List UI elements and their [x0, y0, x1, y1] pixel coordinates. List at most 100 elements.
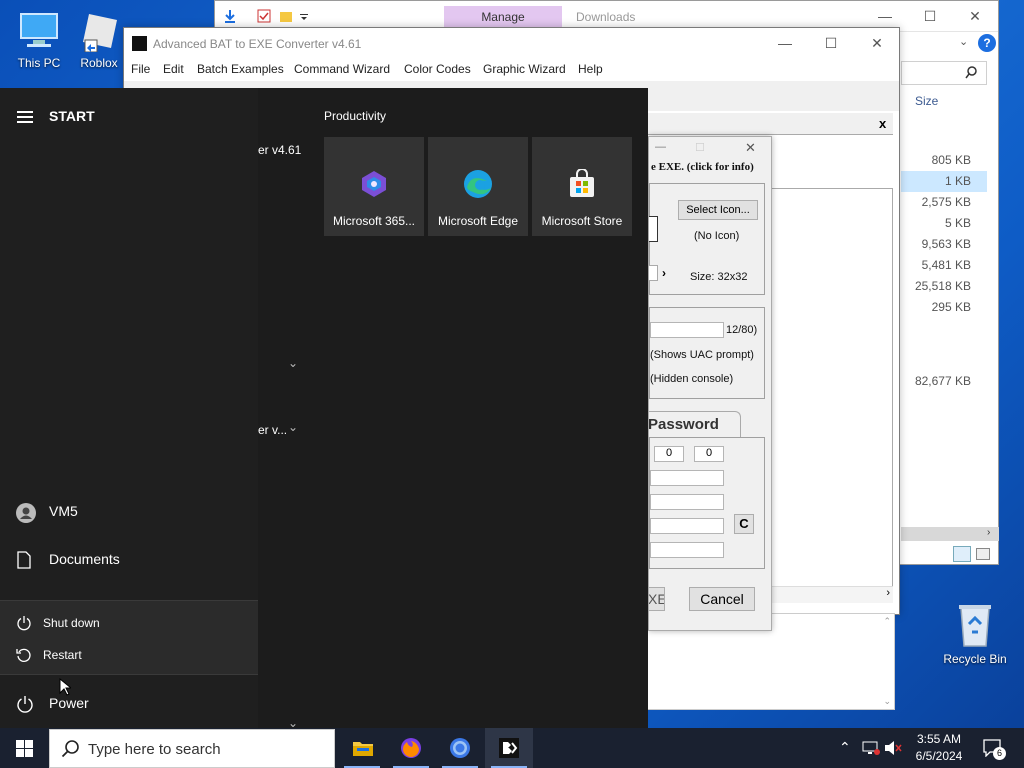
- list-item[interactable]: 2,575 KB: [901, 192, 987, 213]
- hamburger-menu-icon[interactable]: [17, 111, 33, 123]
- power-icon: [16, 615, 32, 631]
- uac-label: (Shows UAC prompt): [650, 349, 754, 361]
- tile-microsoft-edge[interactable]: Microsoft Edge: [428, 137, 528, 236]
- menu-color-codes[interactable]: Color Codes: [404, 62, 471, 76]
- list-item[interactable]: 295 KB: [901, 297, 987, 318]
- column-header-size[interactable]: Size: [915, 94, 995, 116]
- help-icon[interactable]: ?: [978, 34, 996, 52]
- close-button[interactable]: ✕: [952, 1, 998, 31]
- tab-manage[interactable]: Manage: [444, 6, 562, 28]
- list-item[interactable]: 5 KB: [901, 213, 987, 234]
- c-button[interactable]: C: [734, 514, 754, 534]
- title-field[interactable]: [650, 322, 724, 338]
- documents-item[interactable]: Documents: [0, 540, 258, 580]
- chevron-down-icon[interactable]: ⌄: [288, 420, 298, 434]
- menu-help[interactable]: Help: [578, 62, 603, 76]
- minimize-button[interactable]: —: [762, 28, 808, 58]
- customize-quick-access-icon[interactable]: [299, 9, 313, 23]
- dialog-close-button[interactable]: ✕: [745, 140, 756, 156]
- compile-exe-button[interactable]: XE: [649, 587, 665, 611]
- tab-password[interactable]: Password: [649, 411, 741, 437]
- power-icon: [16, 695, 34, 713]
- exe-options-dialog[interactable]: — ☐ ✕ e EXE. (click for info) Select Ico…: [648, 136, 772, 631]
- desktop-icon-recycle-bin[interactable]: Recycle Bin: [938, 602, 1012, 666]
- search-input[interactable]: [901, 61, 987, 85]
- details-view-icon[interactable]: [953, 546, 971, 562]
- list-item[interactable]: 9,563 KB: [901, 234, 987, 255]
- search-icon: [965, 66, 978, 82]
- list-item[interactable]: 82,677 KB: [901, 371, 987, 392]
- taskbar-firefox[interactable]: [387, 728, 435, 768]
- restart-option[interactable]: Restart: [0, 640, 258, 670]
- start-rail: START VM5 Documents Shut down Restart Po…: [0, 88, 258, 728]
- maximize-button[interactable]: ☐: [907, 1, 953, 31]
- scroll-down-icon[interactable]: ⌄: [883, 696, 891, 707]
- text-field[interactable]: [650, 542, 724, 558]
- menu-edit[interactable]: Edit: [163, 62, 184, 76]
- bat-converter-icon: [498, 737, 520, 762]
- dialog-minimize-button[interactable]: —: [655, 141, 666, 153]
- new-folder-icon[interactable]: [279, 9, 293, 23]
- notification-center-icon[interactable]: 6: [983, 739, 1006, 760]
- start-button[interactable]: [0, 728, 48, 768]
- document-icon: [16, 551, 34, 569]
- icon-index-field[interactable]: [649, 265, 658, 281]
- clock-time: 3:55 AM: [916, 732, 962, 746]
- network-icon[interactable]: [862, 740, 880, 759]
- list-item[interactable]: 5,481 KB: [901, 255, 987, 276]
- taskbar: Type here to search ⌃ 3:55 AM 6/5/2024 6: [0, 728, 1024, 768]
- dialog-maximize-button[interactable]: ☐: [695, 141, 705, 154]
- chevron-right-icon[interactable]: ›: [662, 266, 666, 280]
- tile-microsoft-365[interactable]: Microsoft 365...: [324, 137, 424, 236]
- properties-icon[interactable]: [257, 9, 271, 23]
- power-button[interactable]: Power: [0, 684, 258, 724]
- maximize-button[interactable]: ☐: [808, 28, 854, 58]
- icon-preview: [649, 216, 658, 242]
- text-field[interactable]: [650, 470, 724, 486]
- taskbar-search-box[interactable]: Type here to search: [49, 729, 335, 768]
- large-icons-view-icon[interactable]: [976, 548, 990, 560]
- restart-icon: [16, 647, 32, 663]
- taskbar-clock[interactable]: 3:55 AM 6/5/2024: [908, 731, 970, 765]
- list-item[interactable]: 805 KB: [901, 150, 987, 171]
- menu-batch-examples[interactable]: Batch Examples: [197, 62, 284, 76]
- recycle-bin-icon: [955, 602, 995, 648]
- cancel-button[interactable]: Cancel: [689, 587, 755, 611]
- version-field[interactable]: 0: [654, 446, 684, 462]
- scroll-right-icon[interactable]: ›: [987, 527, 990, 538]
- list-item[interactable]: 25,518 KB: [901, 276, 987, 297]
- menu-file[interactable]: File: [131, 62, 150, 76]
- shut-down-option[interactable]: Shut down: [0, 608, 258, 638]
- version-field[interactable]: 0: [694, 446, 724, 462]
- show-hidden-icons-chevron-icon[interactable]: ⌃: [839, 739, 851, 756]
- app-list-item[interactable]: er v4.61: [258, 143, 301, 157]
- close-button[interactable]: ✕: [854, 28, 900, 58]
- user-account[interactable]: VM5: [0, 492, 258, 532]
- notification-count-badge: 6: [993, 747, 1006, 760]
- mouse-cursor-icon: [59, 677, 73, 699]
- volume-muted-icon[interactable]: [884, 740, 902, 759]
- menu-command-wizard[interactable]: Command Wizard: [294, 62, 390, 76]
- ribbon-expand-icon[interactable]: ⌄: [959, 35, 968, 48]
- chevron-down-icon[interactable]: ⌄: [288, 356, 298, 370]
- text-field[interactable]: [650, 494, 724, 510]
- taskbar-file-explorer[interactable]: [338, 728, 386, 768]
- info-text[interactable]: e EXE. (click for info): [651, 161, 754, 173]
- text-field[interactable]: [650, 518, 724, 534]
- close-tab-button[interactable]: x: [879, 116, 886, 131]
- download-arrow-icon[interactable]: [223, 9, 237, 23]
- scroll-right-icon[interactable]: ›: [886, 587, 890, 599]
- shut-down-label: Shut down: [43, 616, 100, 630]
- tile-microsoft-store[interactable]: Microsoft Store: [532, 137, 632, 236]
- list-item[interactable]: 1 KB: [901, 171, 987, 192]
- horizontal-scrollbar[interactable]: [901, 527, 999, 541]
- select-icon-button[interactable]: Select Icon...: [678, 200, 758, 220]
- taskbar-bat-converter[interactable]: [485, 728, 533, 768]
- user-name: VM5: [49, 503, 78, 519]
- app-logo-icon: [132, 36, 147, 51]
- scroll-up-icon[interactable]: ⌃: [883, 616, 891, 627]
- menu-graphic-wizard[interactable]: Graphic Wizard: [483, 62, 566, 76]
- app-list-item[interactable]: er v...: [258, 423, 287, 437]
- icon-group: Select Icon... (No Icon) › Size: 32x32: [649, 183, 765, 295]
- taskbar-chrome[interactable]: [436, 728, 484, 768]
